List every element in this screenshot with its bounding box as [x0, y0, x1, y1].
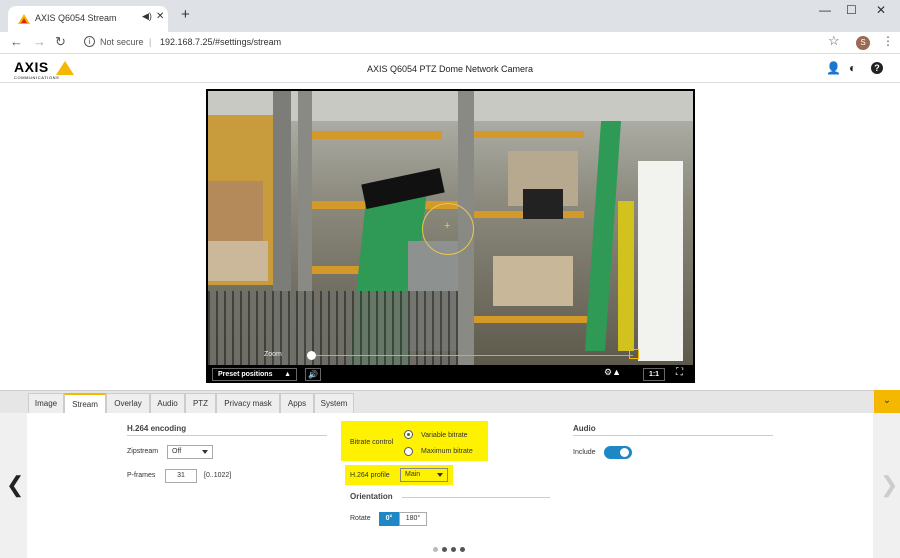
chevron-down-icon [437, 473, 443, 477]
preset-label: Preset positions [218, 371, 273, 378]
reload-button[interactable]: ↻ [55, 34, 66, 50]
tab-close-icon[interactable]: ✕ [156, 11, 164, 22]
tab-image[interactable]: Image [28, 393, 64, 414]
profile-avatar[interactable]: S [856, 36, 870, 50]
minimize-button[interactable]: — [819, 3, 831, 17]
tab-privacy-mask[interactable]: Privacy mask [216, 393, 280, 414]
zipstream-select[interactable]: Off [167, 445, 213, 459]
zoom-control[interactable]: Zoom [208, 347, 693, 365]
video-view[interactable]: Zoom Preset positions ▲ 🔊 ⚙▲ 1:1 ⛶ [206, 89, 695, 383]
divider [573, 435, 773, 436]
zipstream-value: Off [172, 448, 182, 455]
tab-system[interactable]: System [314, 393, 354, 414]
pframes-input[interactable]: 31 [165, 469, 197, 483]
h264-profile-label: H.264 profile [350, 472, 390, 479]
window-close-button[interactable]: ✕ [876, 3, 886, 17]
ptz-control-icon[interactable]: ⚙▲ [604, 367, 621, 378]
browser-toolbar: ← → ↻ i Not secure | 192.168.7.25/#setti… [0, 32, 900, 54]
tab-apps[interactable]: Apps [280, 393, 314, 414]
expand-panel-icon[interactable]: ⌄ [874, 390, 900, 413]
browser-menu-icon[interactable]: ⋮ [882, 34, 894, 48]
tab-stream[interactable]: Stream [64, 393, 106, 414]
back-button[interactable]: ← [10, 34, 23, 49]
maximize-button[interactable]: ☐ [846, 3, 857, 17]
forward-button[interactable]: → [33, 34, 46, 49]
page-dot[interactable] [460, 547, 465, 552]
page-title: AXIS Q6054 PTZ Dome Network Camera [366, 64, 534, 74]
brand-sub: COMMUNICATIONS [14, 75, 60, 80]
zoom-slider-handle[interactable] [307, 351, 316, 360]
rotate-0-button[interactable]: 0° [379, 512, 399, 526]
page-dot[interactable] [433, 547, 438, 552]
h264-heading: H.264 encoding [127, 424, 187, 433]
security-status: Not secure [100, 37, 144, 47]
contrast-icon[interactable]: ◐ [849, 61, 856, 75]
zipstream-label: Zipstream [127, 448, 159, 455]
variable-bitrate-radio[interactable] [404, 430, 413, 439]
include-label: Include [573, 449, 596, 456]
zoom-fit-icon[interactable] [629, 349, 639, 359]
divider [127, 435, 327, 436]
orientation-heading: Orientation [350, 492, 393, 501]
info-icon[interactable]: i [84, 36, 95, 47]
pframes-range: [0..1022] [204, 472, 232, 479]
address-separator: | [149, 37, 152, 47]
url-text[interactable]: 192.168.7.25/#settings/stream [160, 37, 281, 47]
app-header: AXIS COMMUNICATIONS AXIS Q6054 PTZ Dome … [0, 55, 900, 83]
tab-overlay[interactable]: Overlay [106, 393, 150, 414]
fullscreen-icon[interactable]: ⛶ [676, 367, 683, 378]
h264-profile-select[interactable]: Main [400, 468, 448, 482]
rotate-180-button[interactable]: 180° [399, 512, 427, 526]
tab-ptz[interactable]: PTZ [185, 393, 216, 414]
video-controls: Preset positions ▲ 🔊 ⚙▲ 1:1 ⛶ [208, 365, 693, 381]
tab-title: AXIS Q6054 Stream [35, 13, 117, 23]
variable-bitrate-label: Variable bitrate [421, 432, 468, 439]
user-icon[interactable]: 👤 [826, 61, 841, 75]
maximum-bitrate-radio[interactable] [404, 447, 413, 456]
help-icon[interactable]: ? [871, 62, 883, 74]
axis-favicon-icon [18, 14, 30, 24]
include-audio-toggle[interactable] [604, 446, 632, 459]
ptz-crosshair[interactable] [422, 203, 474, 255]
divider [402, 497, 550, 498]
ratio-button[interactable]: 1:1 [643, 368, 665, 381]
prev-page-icon[interactable]: ❮ [6, 472, 24, 498]
tab-audio[interactable]: Audio [150, 393, 185, 414]
chevron-down-icon [202, 450, 208, 454]
preset-positions-button[interactable]: Preset positions ▲ [212, 368, 297, 381]
bitrate-control-label: Bitrate control [350, 439, 394, 446]
page-dot[interactable] [442, 547, 447, 552]
settings-tabs: Image Stream Overlay Audio PTZ Privacy m… [0, 390, 900, 414]
speaker-icon[interactable]: ◀) [142, 11, 152, 22]
zoom-slider-track[interactable] [311, 355, 633, 356]
maximum-bitrate-label: Maximum bitrate [421, 448, 473, 455]
browser-titlebar: AXIS Q6054 Stream ◀) ✕ + — ☐ ✕ [0, 0, 900, 32]
audio-heading: Audio [573, 424, 596, 433]
caret-up-icon: ▲ [284, 371, 291, 378]
page-dot[interactable] [451, 547, 456, 552]
pframes-label: P-frames [127, 472, 156, 479]
bookmark-star-icon[interactable]: ☆ [828, 33, 840, 49]
h264-profile-value: Main [405, 471, 421, 478]
new-tab-button[interactable]: + [181, 6, 190, 23]
volume-icon[interactable]: 🔊 [305, 368, 321, 381]
address-bar[interactable]: i Not secure | 192.168.7.25/#settings/st… [74, 33, 846, 52]
browser-tab[interactable]: AXIS Q6054 Stream ◀) ✕ [8, 6, 168, 32]
zoom-label: Zoom [264, 351, 282, 358]
rotate-label: Rotate [350, 515, 371, 522]
next-page-icon[interactable]: ❯ [880, 472, 898, 498]
